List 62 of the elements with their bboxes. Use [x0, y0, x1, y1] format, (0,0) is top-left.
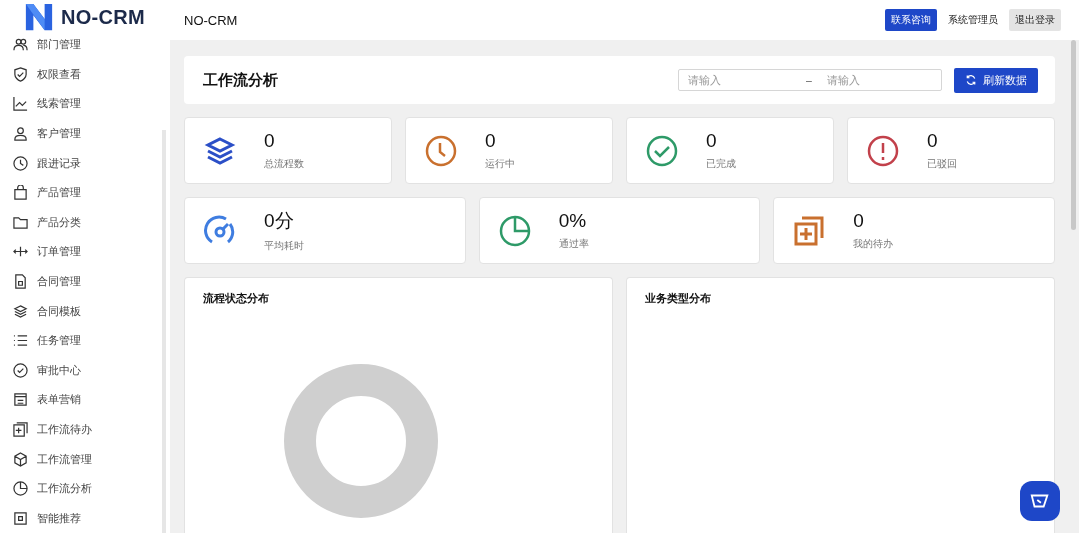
chat-button[interactable] — [1020, 481, 1060, 521]
stat-value: 0 — [706, 130, 718, 152]
logo-icon — [23, 2, 55, 32]
shield-icon — [13, 66, 28, 82]
range-separator: – — [805, 74, 813, 86]
stat-label: 总流程数 — [264, 157, 304, 171]
page-title: 工作流分析 — [203, 70, 279, 90]
refresh-icon — [965, 74, 977, 86]
sidebar-item[interactable]: 跟进记录 — [0, 148, 170, 178]
stat-label: 平均耗时 — [264, 239, 304, 253]
stat-value: 0 — [264, 130, 276, 152]
stat-value: 0 — [927, 130, 939, 152]
stat-label: 已驳回 — [927, 157, 957, 171]
logo-text: NO-CRM — [61, 5, 145, 29]
clock-icon — [13, 155, 28, 171]
people-icon — [13, 37, 28, 53]
sidebar-item[interactable]: 权限查看 — [0, 59, 170, 90]
sidebar-item[interactable]: 工作流分析 — [0, 473, 170, 504]
cube-icon — [13, 451, 28, 467]
logout-button[interactable]: 退出登录 — [1009, 9, 1061, 31]
sidebar-item[interactable]: 线索管理 — [0, 89, 170, 119]
refresh-button[interactable]: 刷新数据 — [954, 67, 1038, 93]
start-input-field[interactable]: 请输入 — [679, 73, 800, 87]
stat-value: 0分 — [264, 209, 295, 233]
contact-button[interactable]: 联系咨询 — [885, 9, 937, 31]
stat-value: 0 — [853, 210, 865, 232]
layers-icon — [13, 303, 28, 319]
stat-label: 已完成 — [706, 157, 736, 171]
sidebar-item[interactable]: 合同模板 — [0, 296, 170, 326]
document-icon — [13, 274, 28, 290]
scrollbar[interactable] — [1071, 40, 1076, 230]
form-icon — [13, 392, 28, 408]
check-circle-icon — [13, 362, 28, 378]
stat-value: 0% — [558, 210, 588, 232]
list-icon — [13, 333, 28, 349]
sidebar-item[interactable]: 产品管理 — [0, 177, 170, 208]
line-chart-icon — [13, 96, 28, 112]
user-name: 系统管理员 — [948, 13, 998, 27]
sidebar-item[interactable]: 工作流管理 — [0, 444, 170, 474]
sidebar-item[interactable]: 合同管理 — [0, 266, 170, 297]
sidebar-item[interactable]: 表单营销 — [0, 385, 170, 415]
stat-label: 通过率 — [558, 237, 589, 251]
pie-icon — [13, 481, 28, 497]
stat-label: 运行中 — [485, 157, 515, 171]
sidebar-item[interactable]: 工作流待办 — [0, 414, 170, 445]
sidebar-item[interactable]: 审批中心 — [0, 355, 170, 386]
sidebar-item[interactable]: 客户管理 — [0, 118, 170, 149]
stat-label: 我的待办 — [853, 237, 894, 251]
sidebar-item[interactable]: 任务管理 — [0, 325, 170, 356]
sidebar-item[interactable]: 产品分类 — [0, 207, 170, 238]
panel-title: 流程状态分布 — [203, 291, 270, 306]
header-title: NO-CRM — [184, 12, 239, 28]
stat-value: 0 — [485, 130, 497, 152]
bag-icon — [13, 185, 28, 201]
folder-icon — [13, 214, 28, 230]
panel-title: 业务类型分布 — [645, 291, 712, 306]
end-input-field[interactable]: 请输入 — [817, 73, 939, 87]
sidebar-item[interactable]: 部门管理 — [0, 30, 170, 60]
sidebar-item[interactable]: 订单管理 — [0, 237, 170, 267]
sidebar-item[interactable]: 智能推荐 — [0, 503, 170, 533]
user-icon — [13, 126, 28, 142]
date-range-field[interactable]: 请输入 – 请输入 — [678, 69, 942, 91]
